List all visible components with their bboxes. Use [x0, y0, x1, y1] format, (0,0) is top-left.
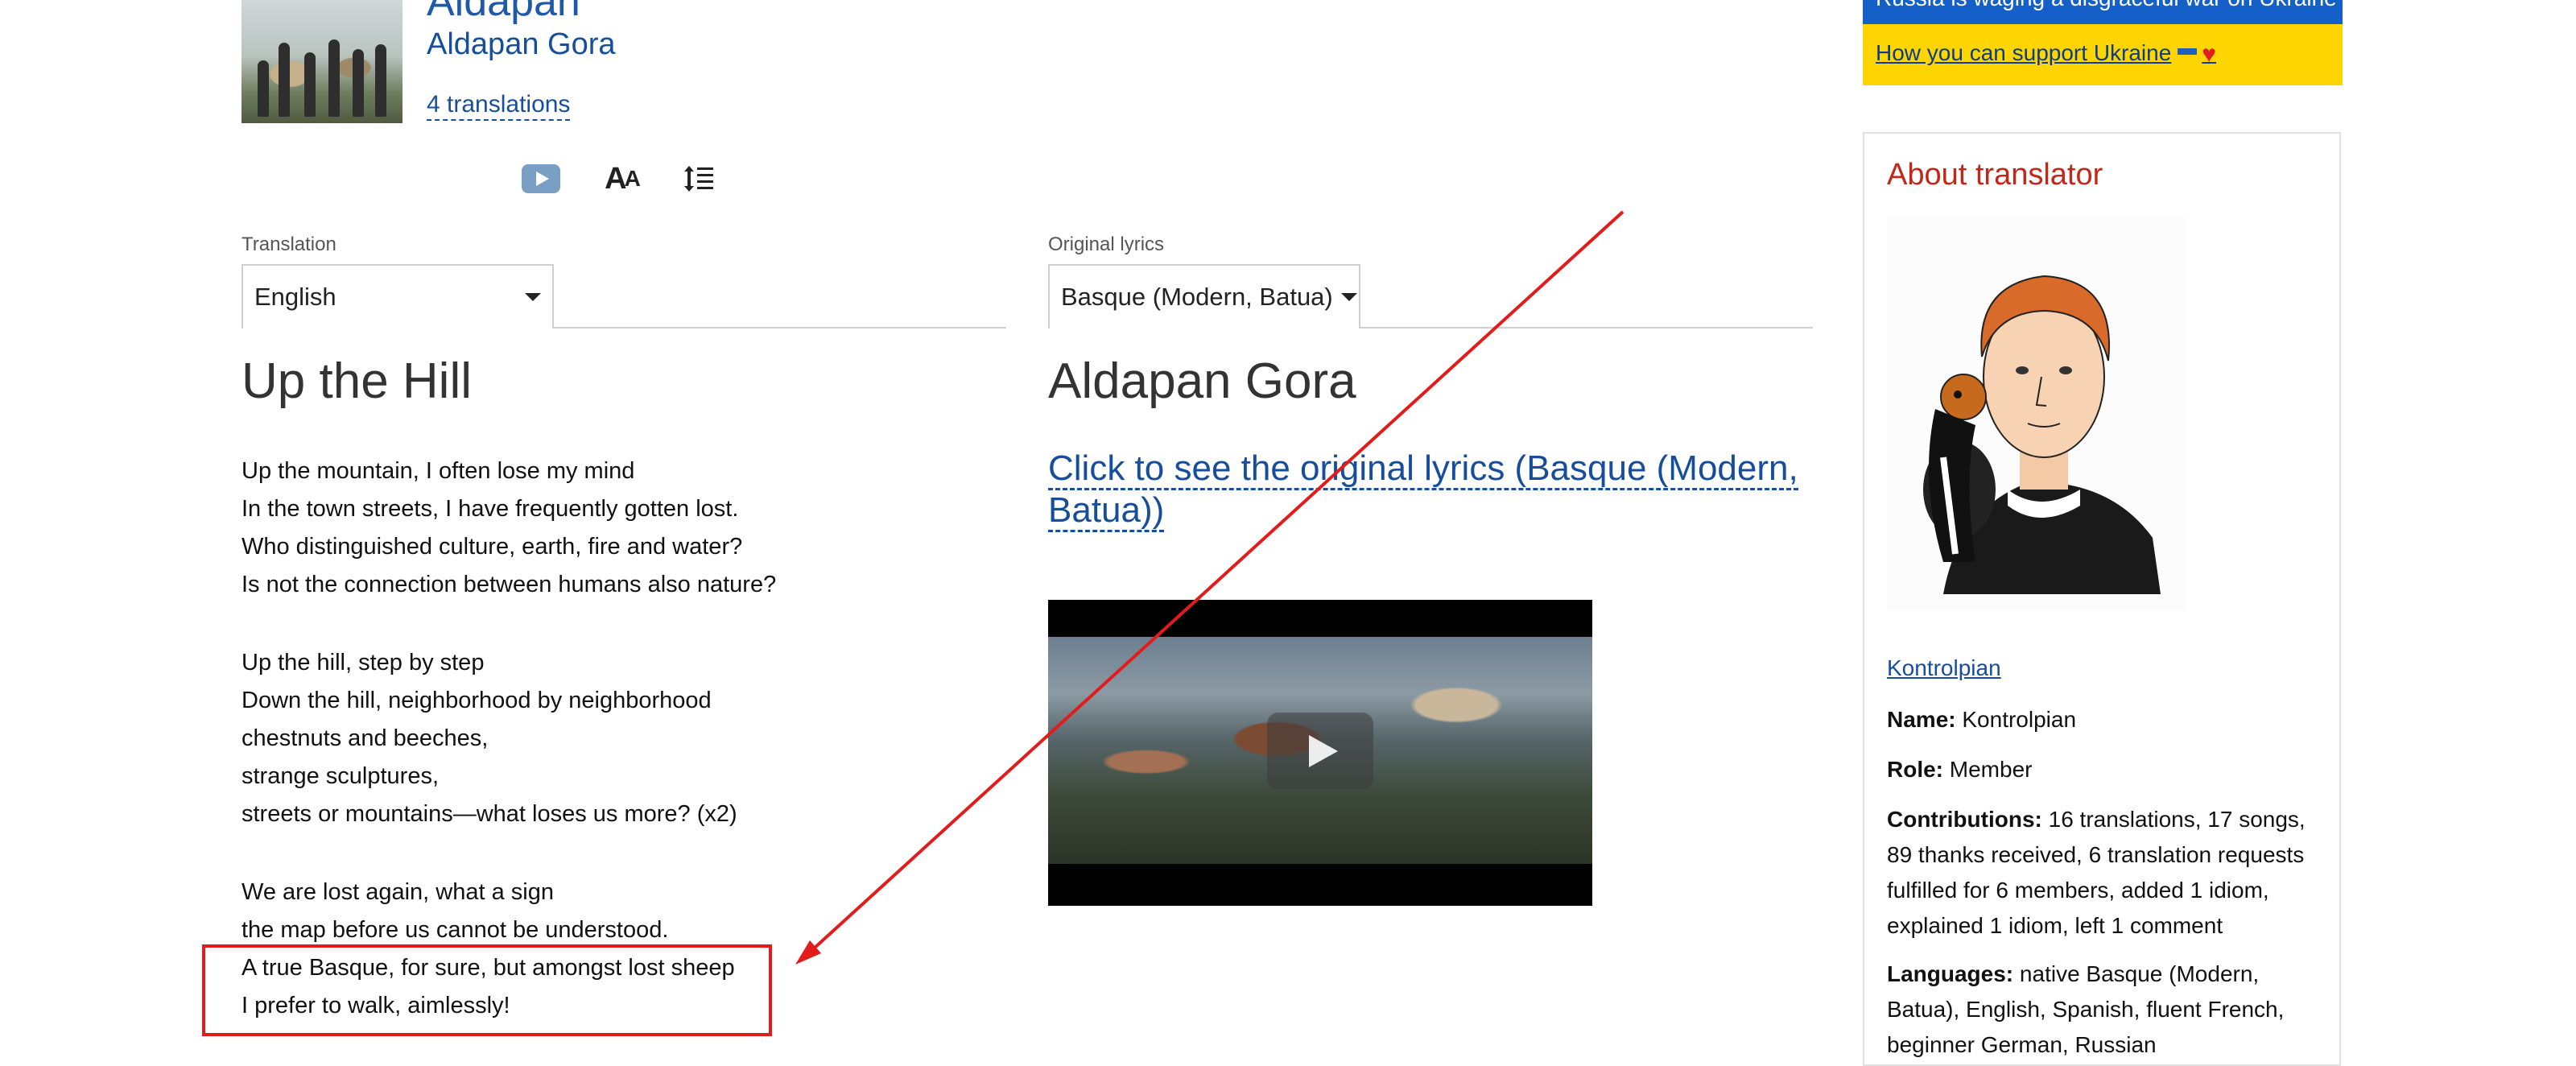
translator-avatar[interactable]	[1887, 216, 2186, 610]
lyric-line: In the town streets, I have frequently g…	[242, 496, 739, 522]
lyric-line: strange sculptures,	[242, 763, 440, 789]
original-title: Aldapan Gora	[1048, 353, 1356, 409]
translator-role-row: Role: Member	[1887, 757, 2033, 782]
lyric-line: Up the mountain, I often lose my mind	[242, 458, 635, 484]
show-original-lyrics-link[interactable]: Click to see the original lyrics (Basque…	[1048, 448, 1821, 532]
lyric-line: the map before us cannot be understood.	[242, 917, 669, 943]
translation-language-select-wrap: English	[242, 264, 1006, 328]
lyric-line: chestnuts and beeches,	[242, 725, 489, 751]
chevron-down-icon	[525, 293, 541, 301]
video-player[interactable]	[1048, 600, 1592, 906]
heart-icon: ♥	[2202, 40, 2217, 68]
translator-contributions-row: Contributions: 16 translations, 17 songs…	[1887, 807, 2306, 938]
divider	[1360, 327, 1813, 328]
original-label: Original lyrics	[1048, 233, 1165, 255]
translation-language-select[interactable]: English	[242, 264, 554, 328]
translator-name-row: Name: Kontrolpian	[1887, 707, 2077, 732]
original-language-value: Basque (Modern, Batua)	[1061, 283, 1333, 311]
song-title[interactable]: Aldapan	[427, 0, 580, 26]
chevron-down-icon	[1340, 293, 1357, 301]
lyric-line: Who distinguished culture, earth, fire a…	[242, 534, 743, 560]
font-size-icon[interactable]: AA	[601, 158, 642, 200]
artist-link[interactable]: Aldapan Gora	[427, 27, 616, 62]
ukraine-banner: Russia is waging a disgraceful war on Uk…	[1863, 0, 2343, 24]
stanza-1: Up the mountain, I often lose my mind In…	[242, 452, 966, 604]
ukraine-support-box: How you can support Ukraine ♥	[1863, 24, 2343, 85]
translation-title: Up the Hill	[242, 353, 472, 409]
translation-language-value: English	[254, 283, 336, 311]
translation-label: Translation	[242, 233, 336, 255]
about-translator-box: About translator Kontrolpian Name: Kontr	[1863, 132, 2341, 1066]
about-translator-title: About translator	[1887, 158, 2103, 192]
translations-count-link[interactable]: 4 translations	[427, 90, 571, 121]
stanza-2: Up the hill, step by step Down the hill,…	[242, 644, 966, 833]
line-spacing-icon[interactable]	[678, 158, 720, 200]
lyric-line: Up the hill, step by step	[242, 650, 485, 676]
lyric-line: Is not the connection between humans als…	[242, 572, 777, 597]
lyric-line: We are lost again, what a sign	[242, 879, 554, 905]
youtube-icon[interactable]	[520, 158, 562, 200]
support-ukraine-link[interactable]: How you can support Ukraine ♥	[1876, 40, 2216, 68]
original-language-select[interactable]: Basque (Modern, Batua)	[1048, 264, 1360, 328]
play-icon[interactable]	[1267, 713, 1373, 790]
ukraine-flag-icon	[2178, 48, 2198, 61]
translator-profile-link[interactable]: Kontrolpian	[1887, 655, 2001, 681]
divider	[554, 327, 1006, 328]
lyric-line: streets or mountains—what loses us more?…	[242, 801, 737, 827]
lyric-line: Down the hill, neighborhood by neighborh…	[242, 688, 712, 713]
highlight-box	[202, 944, 772, 1036]
song-thumbnail[interactable]	[242, 0, 402, 123]
ukraine-banner-text: Russia is waging a disgraceful war on Uk…	[1876, 0, 2337, 11]
translator-languages-row: Languages: native Basque (Modern, Batua)…	[1887, 961, 2285, 1057]
original-language-select-wrap: Basque (Modern, Batua)	[1048, 264, 1813, 328]
